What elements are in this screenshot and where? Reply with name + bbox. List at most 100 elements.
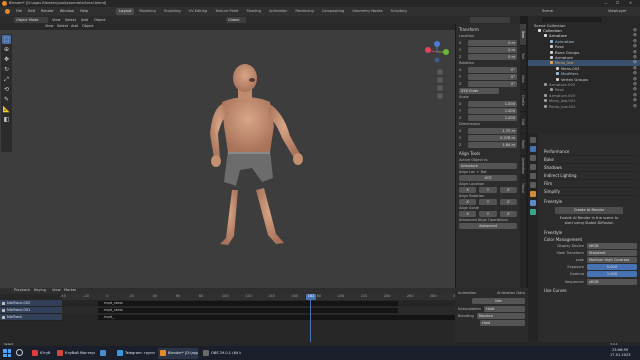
- tab-sculpting[interactable]: Sculpting: [161, 8, 184, 15]
- outliner-item[interactable]: Pants_low.001 👁: [528, 104, 640, 109]
- ntab-tissue[interactable]: Tissue: [520, 178, 526, 200]
- annotate-icon[interactable]: ✎: [2, 95, 11, 104]
- timeline-menu-marker[interactable]: Marker: [64, 288, 76, 293]
- tab-texture-paint[interactable]: Texture Paint: [212, 8, 241, 15]
- nla-strip[interactable]: mpd_skew: [98, 308, 398, 313]
- ntab-edit[interactable]: Edit: [520, 112, 526, 134]
- menu-help[interactable]: Help: [80, 9, 88, 14]
- taskbar-app[interactable]: OBS 29.0.1 (64 bit...: [201, 348, 241, 359]
- tab-animation[interactable]: Animation: [266, 8, 290, 15]
- menu-file[interactable]: File: [16, 9, 22, 14]
- transform-icon[interactable]: ⟲: [2, 85, 11, 94]
- menu-select[interactable]: Select: [65, 18, 76, 23]
- tool-tab-icon[interactable]: [530, 137, 536, 143]
- track-checkbox-icon[interactable]: [2, 309, 5, 312]
- dimensions-z-field[interactable]: 1.84 m: [468, 142, 517, 148]
- dimensions-x-field[interactable]: 1.75 m: [468, 128, 517, 134]
- scene-tab-icon[interactable]: [530, 173, 536, 179]
- align-tools-header[interactable]: Align Tools: [459, 150, 517, 157]
- sub-menu-view[interactable]: View: [45, 24, 54, 29]
- rotate-icon[interactable]: ↻: [2, 65, 11, 74]
- nla-track-header[interactable]: NlaTrack.002: [0, 300, 62, 307]
- align-location-z[interactable]: Z: [499, 187, 517, 193]
- nla-strip[interactable]: mpd_skew: [98, 301, 398, 306]
- rotation-x-field[interactable]: 0°: [468, 67, 517, 73]
- blending-dropdown[interactable]: Replace: [476, 313, 525, 319]
- freestyle-section-2[interactable]: Freestyle: [541, 229, 637, 236]
- world-tab-icon[interactable]: [530, 182, 536, 188]
- select-box-icon[interactable]: ⬚: [2, 35, 11, 44]
- scale-icon[interactable]: ⤢: [2, 75, 11, 84]
- character-model[interactable]: [210, 64, 303, 245]
- taskbar-app[interactable]: Telegram: группа ...: [115, 348, 155, 359]
- tab-compositing[interactable]: Compositing: [319, 8, 348, 15]
- view-layer-tab-icon[interactable]: [530, 164, 536, 170]
- sub-menu-select[interactable]: Select: [57, 24, 68, 29]
- props-section-simplify[interactable]: Simplify: [541, 188, 637, 196]
- add-cube-icon[interactable]: ◧: [2, 115, 11, 124]
- props-section-shadows[interactable]: Shadows: [541, 164, 637, 172]
- create-ai-render-button[interactable]: Create AI Render: [555, 207, 623, 214]
- 3d-viewport[interactable]: [0, 30, 455, 288]
- tab-rendering[interactable]: Rendering: [292, 8, 316, 15]
- ntab-item[interactable]: Item: [520, 24, 526, 46]
- cursor-icon[interactable]: ⊕: [2, 45, 11, 54]
- menu-view[interactable]: View: [52, 18, 61, 23]
- tab-geometry-nodes[interactable]: Geometry Nodes: [349, 8, 385, 15]
- tab-layout[interactable]: Layout: [116, 8, 135, 15]
- sub-menu-object[interactable]: Object: [82, 24, 94, 29]
- advanced-button[interactable]: Advanced: [459, 223, 517, 229]
- ntab-tool[interactable]: Tool: [520, 46, 526, 68]
- freestyle-section[interactable]: Freestyle: [541, 198, 637, 205]
- menu-edit[interactable]: Edit: [28, 9, 35, 14]
- taskbar-app[interactable]: Клубой Мастерн | ...: [55, 348, 95, 359]
- taskbar-app[interactable]: Ютуб: [30, 348, 52, 359]
- location-y-field[interactable]: 0 m: [468, 47, 517, 53]
- align-rotation-y[interactable]: Y: [479, 199, 497, 205]
- outliner-search[interactable]: [542, 17, 602, 22]
- timeline-menu-keying[interactable]: Keying: [34, 288, 46, 293]
- rotation-z-field[interactable]: 0°: [468, 81, 517, 87]
- tab-scripting[interactable]: Scripting: [388, 8, 410, 15]
- taskbar-app[interactable]: Blender* [D:\apps\...: [158, 347, 198, 359]
- dimensions-y-field[interactable]: 0.378 m: [468, 135, 517, 141]
- view-transform-dropdown[interactable]: Standard: [587, 250, 637, 256]
- hold-field[interactable]: Hold: [480, 320, 525, 326]
- close-icon[interactable]: ✕: [629, 1, 632, 6]
- align-rotation-z[interactable]: Z: [499, 199, 517, 205]
- orientation-dropdown[interactable]: Global: [226, 17, 246, 23]
- gamma-slider[interactable]: 1.000: [587, 271, 637, 277]
- color-management-section[interactable]: Color Management: [541, 236, 637, 243]
- menu-object[interactable]: Object: [94, 18, 106, 23]
- transform-header[interactable]: Transform: [459, 26, 517, 33]
- ntab-animation[interactable]: Animation: [520, 156, 526, 178]
- maximize-icon[interactable]: ☐: [616, 1, 619, 6]
- start-button[interactable]: [3, 349, 11, 357]
- scale-x-field[interactable]: 1.000: [468, 101, 517, 107]
- props-section-bake[interactable]: Bake: [541, 156, 637, 164]
- sub-menu-add[interactable]: Add: [71, 24, 78, 29]
- look-dropdown[interactable]: Medium High Contrast: [587, 257, 637, 263]
- physics-tab-icon[interactable]: [530, 209, 536, 215]
- nla-editor[interactable]: Playback Keying View Marker -40 -20 0 20 40 6…: [0, 288, 460, 342]
- output-tab-icon[interactable]: [530, 155, 536, 161]
- use-curves-section[interactable]: Use Curves: [541, 287, 637, 294]
- minimize-icon[interactable]: —: [604, 1, 608, 6]
- taskbar-app[interactable]: [98, 348, 112, 359]
- tab-shading[interactable]: Shading: [243, 8, 264, 15]
- location-z-field[interactable]: 0 m: [468, 54, 517, 60]
- menu-add[interactable]: Add: [81, 18, 88, 23]
- ntab-view[interactable]: View: [520, 68, 526, 90]
- timeline-menu-playback[interactable]: Playback: [14, 288, 30, 293]
- location-x-field[interactable]: 0 m: [468, 40, 517, 46]
- nla-track-header[interactable]: NlaTrack.001: [0, 307, 62, 314]
- track-checkbox-icon[interactable]: [2, 316, 5, 319]
- timeline-menu-view[interactable]: View: [52, 288, 61, 293]
- rotation-y-field[interactable]: 0°: [468, 74, 517, 80]
- tab-uv-editing[interactable]: UV Editing: [186, 8, 211, 15]
- blender-logo-icon[interactable]: [5, 9, 10, 14]
- interpolation-dropdown[interactable]: Hold: [484, 306, 525, 312]
- menu-render[interactable]: Render: [41, 9, 54, 14]
- tab-modeling[interactable]: Modeling: [136, 8, 158, 15]
- props-section-indirect-lighting[interactable]: Indirect Lighting: [541, 172, 637, 180]
